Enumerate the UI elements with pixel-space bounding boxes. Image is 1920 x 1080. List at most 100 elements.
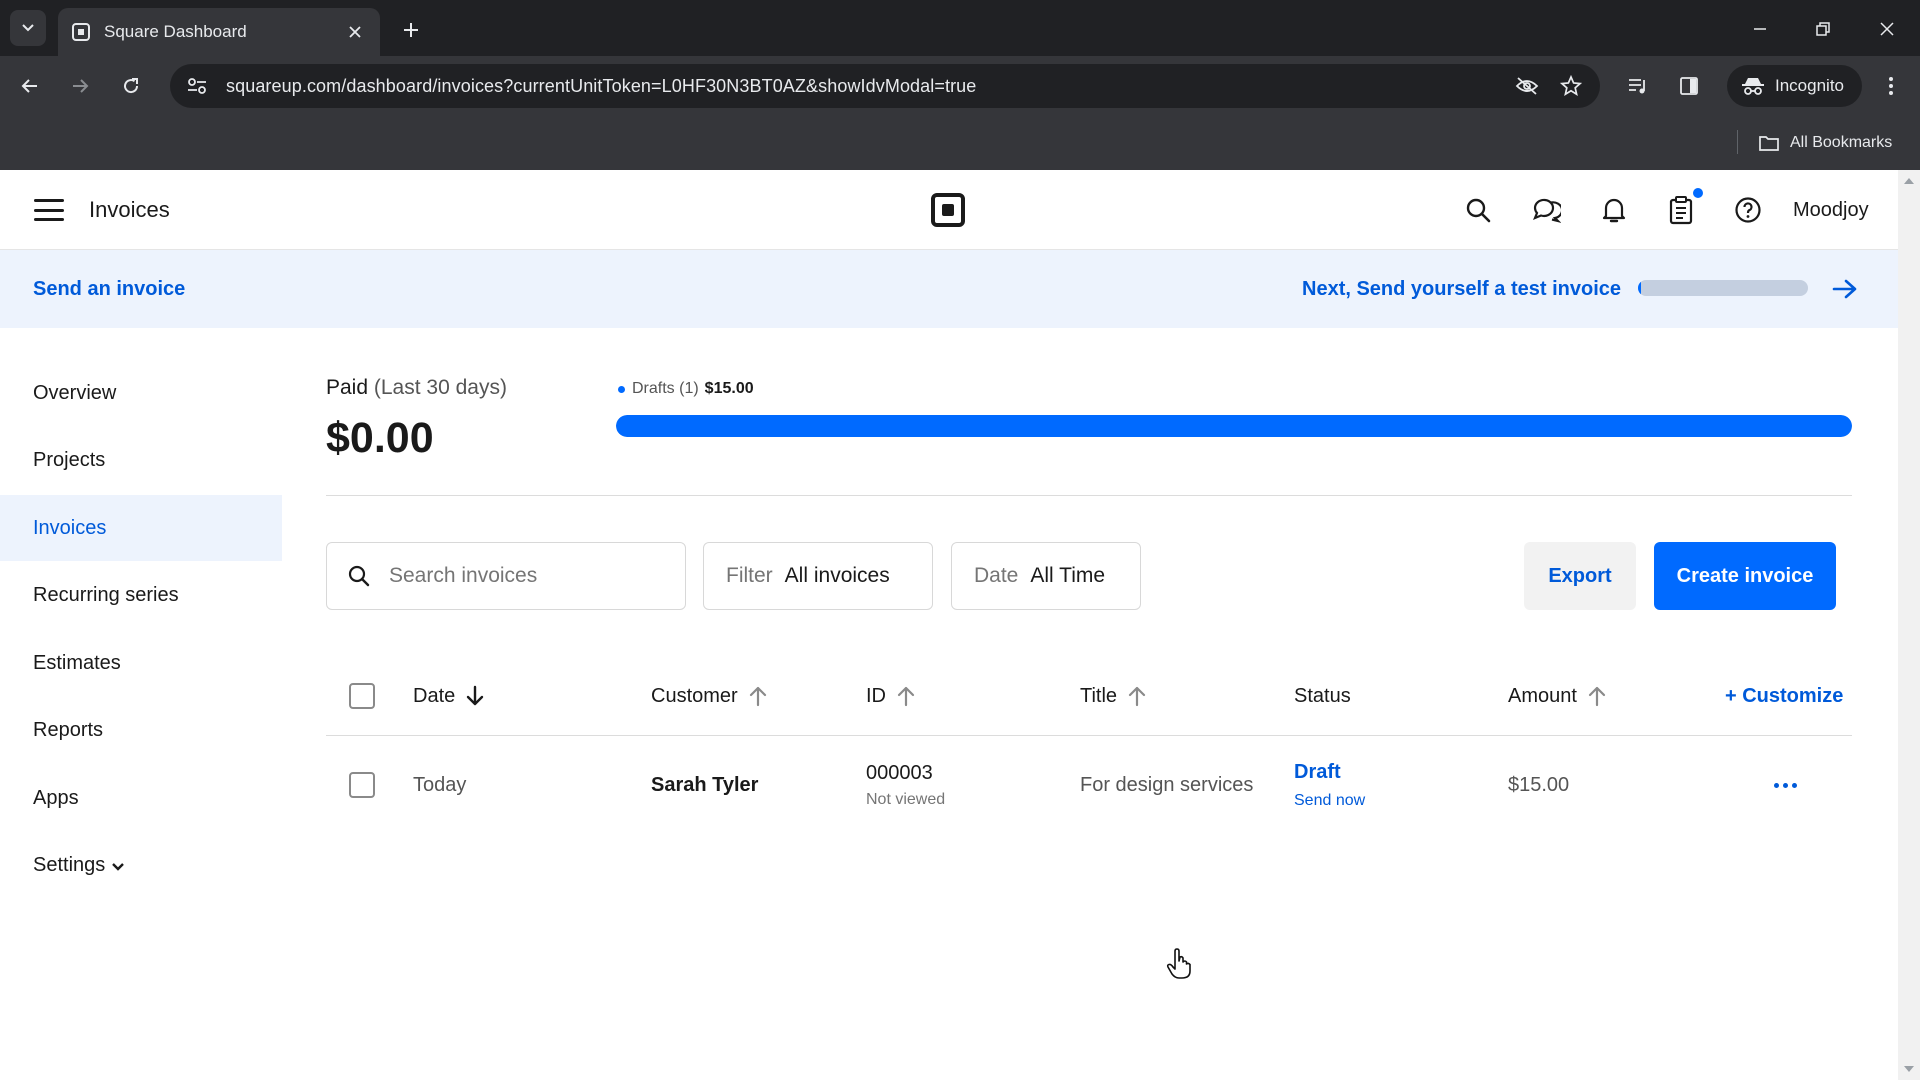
url-text: squareup.com/dashboard/invoices?currentU… bbox=[226, 75, 977, 96]
send-now-link[interactable]: Send now bbox=[1294, 792, 1365, 810]
minimize-button[interactable] bbox=[1744, 14, 1776, 44]
account-menu[interactable]: Moodjoy bbox=[1793, 199, 1869, 222]
incognito-label: Incognito bbox=[1775, 76, 1844, 95]
customize-button[interactable]: + Customize bbox=[1725, 685, 1843, 708]
arrow-down-icon bbox=[467, 685, 484, 706]
select-all-checkbox[interactable] bbox=[349, 683, 375, 709]
square-logo-icon[interactable] bbox=[931, 193, 965, 227]
page-title: Invoices bbox=[89, 197, 170, 222]
arrow-right-icon[interactable] bbox=[1830, 274, 1860, 304]
folder-icon bbox=[1759, 136, 1779, 151]
incognito-indicator[interactable]: Incognito bbox=[1727, 65, 1862, 107]
legend-dot bbox=[618, 385, 625, 393]
restore-button[interactable] bbox=[1807, 14, 1839, 44]
invoices-table: Date Customer ID Title Status Amount + C… bbox=[326, 656, 1852, 834]
sidebar-item-settings[interactable]: Settings bbox=[0, 833, 282, 899]
table-row[interactable]: Today Sarah Tyler 000003 Not viewed For … bbox=[326, 736, 1852, 834]
close-icon[interactable] bbox=[344, 21, 366, 43]
next-step-link[interactable]: Next, Send yourself a test invoice bbox=[1302, 278, 1621, 301]
page-scrollbar[interactable] bbox=[1898, 170, 1920, 1080]
reload-icon bbox=[124, 78, 139, 94]
row-title: For design services bbox=[1080, 773, 1254, 796]
drafts-label: Drafts (1) bbox=[632, 380, 699, 397]
sidebar-item-apps[interactable]: Apps bbox=[0, 765, 282, 831]
bell-icon[interactable] bbox=[1598, 194, 1630, 226]
column-id[interactable]: ID bbox=[866, 656, 916, 736]
chevron-down-icon bbox=[22, 24, 34, 32]
more-vertical-icon bbox=[1889, 77, 1893, 95]
sidebar-item-recurring-series[interactable]: Recurring series bbox=[0, 563, 282, 629]
site-info-icon[interactable] bbox=[184, 73, 210, 99]
browser-menu-button[interactable] bbox=[1876, 71, 1906, 101]
column-status-label: Status bbox=[1294, 684, 1351, 707]
tab-search-button[interactable] bbox=[10, 10, 46, 46]
browser-tab[interactable]: Square Dashboard bbox=[58, 8, 380, 56]
sidebar-item-projects[interactable]: Projects bbox=[0, 428, 282, 494]
filter-value: All invoices bbox=[784, 564, 890, 587]
search-input[interactable] bbox=[389, 564, 649, 588]
sidebar-item-overview[interactable]: Overview bbox=[0, 360, 282, 426]
row-checkbox[interactable] bbox=[349, 772, 375, 798]
date-value: All Time bbox=[1030, 564, 1106, 587]
arrow-up-icon bbox=[1128, 686, 1146, 707]
row-actions-button[interactable] bbox=[1774, 736, 1797, 834]
column-customer-label: Customer bbox=[651, 684, 738, 707]
sidebar-item-estimates[interactable]: Estimates bbox=[0, 630, 282, 696]
paid-period: (Last 30 days) bbox=[373, 376, 507, 399]
export-button[interactable]: Export bbox=[1524, 542, 1636, 610]
create-invoice-button[interactable]: Create invoice bbox=[1654, 542, 1836, 610]
square-favicon-icon bbox=[72, 23, 90, 41]
star-icon[interactable] bbox=[1556, 71, 1586, 101]
column-customer[interactable]: Customer bbox=[651, 656, 768, 736]
onboarding-progress-bar bbox=[1638, 280, 1808, 296]
date-select[interactable]: Date All Time bbox=[951, 542, 1141, 610]
square-dashboard-page: Invoices Moodjoy Send an invoice Next, S… bbox=[0, 170, 1898, 1080]
send-invoice-link[interactable]: Send an invoice bbox=[33, 278, 185, 301]
row-status-cell: Draft Send now bbox=[1294, 736, 1365, 834]
restore-icon bbox=[1816, 22, 1830, 36]
app-header: Invoices Moodjoy bbox=[0, 170, 1898, 250]
paid-label: Paid (Last 30 days) bbox=[326, 376, 507, 400]
column-title[interactable]: Title bbox=[1080, 656, 1147, 736]
column-amount[interactable]: Amount bbox=[1508, 656, 1607, 736]
all-bookmarks-button[interactable]: All Bookmarks bbox=[1758, 129, 1892, 157]
search-field[interactable] bbox=[326, 542, 686, 610]
scroll-up-arrow[interactable] bbox=[1904, 178, 1914, 184]
incognito-icon bbox=[1742, 78, 1764, 95]
close-window-button[interactable] bbox=[1871, 14, 1903, 44]
forward-button[interactable] bbox=[63, 69, 97, 103]
sidebar-item-invoices[interactable]: Invoices bbox=[0, 495, 282, 561]
media-controls-icon[interactable] bbox=[1623, 71, 1653, 101]
status-badge: Draft bbox=[1294, 760, 1341, 783]
clipboard-icon[interactable] bbox=[1665, 194, 1697, 226]
drafts-progress-fill[interactable] bbox=[616, 415, 1852, 437]
onboarding-progress-fill bbox=[1638, 280, 1642, 296]
sidebar-item-reports[interactable]: Reports bbox=[0, 698, 282, 764]
eye-off-icon[interactable] bbox=[1512, 71, 1542, 101]
reload-button[interactable] bbox=[114, 69, 148, 103]
address-bar[interactable]: squareup.com/dashboard/invoices?currentU… bbox=[170, 64, 1600, 108]
row-date: Today bbox=[413, 773, 467, 796]
scroll-down-arrow[interactable] bbox=[1904, 1066, 1914, 1072]
new-tab-button[interactable] bbox=[395, 14, 427, 46]
filter-key: Filter bbox=[726, 564, 773, 587]
column-title-label: Title bbox=[1080, 684, 1118, 707]
more-horizontal-icon bbox=[1774, 782, 1797, 788]
row-view-status: Not viewed bbox=[866, 790, 946, 808]
back-button[interactable] bbox=[13, 69, 47, 103]
hand-cursor-icon bbox=[1166, 948, 1191, 979]
minimize-icon bbox=[1754, 28, 1766, 30]
search-icon[interactable] bbox=[1462, 194, 1494, 226]
messages-icon[interactable] bbox=[1530, 194, 1562, 226]
side-panel-icon[interactable] bbox=[1674, 71, 1704, 101]
close-icon bbox=[1880, 22, 1894, 36]
browser-tabstrip: Square Dashboard bbox=[0, 0, 1920, 56]
customize-columns-cell: + Customize bbox=[1725, 656, 1843, 736]
column-date[interactable]: Date bbox=[413, 656, 485, 736]
drafts-amount: $15.00 bbox=[704, 380, 754, 397]
browser-toolbar: squareup.com/dashboard/invoices?currentU… bbox=[0, 56, 1920, 116]
help-icon[interactable] bbox=[1732, 194, 1764, 226]
search-icon bbox=[348, 565, 370, 587]
filter-select[interactable]: Filter All invoices bbox=[703, 542, 933, 610]
hamburger-menu-icon[interactable] bbox=[34, 196, 64, 224]
